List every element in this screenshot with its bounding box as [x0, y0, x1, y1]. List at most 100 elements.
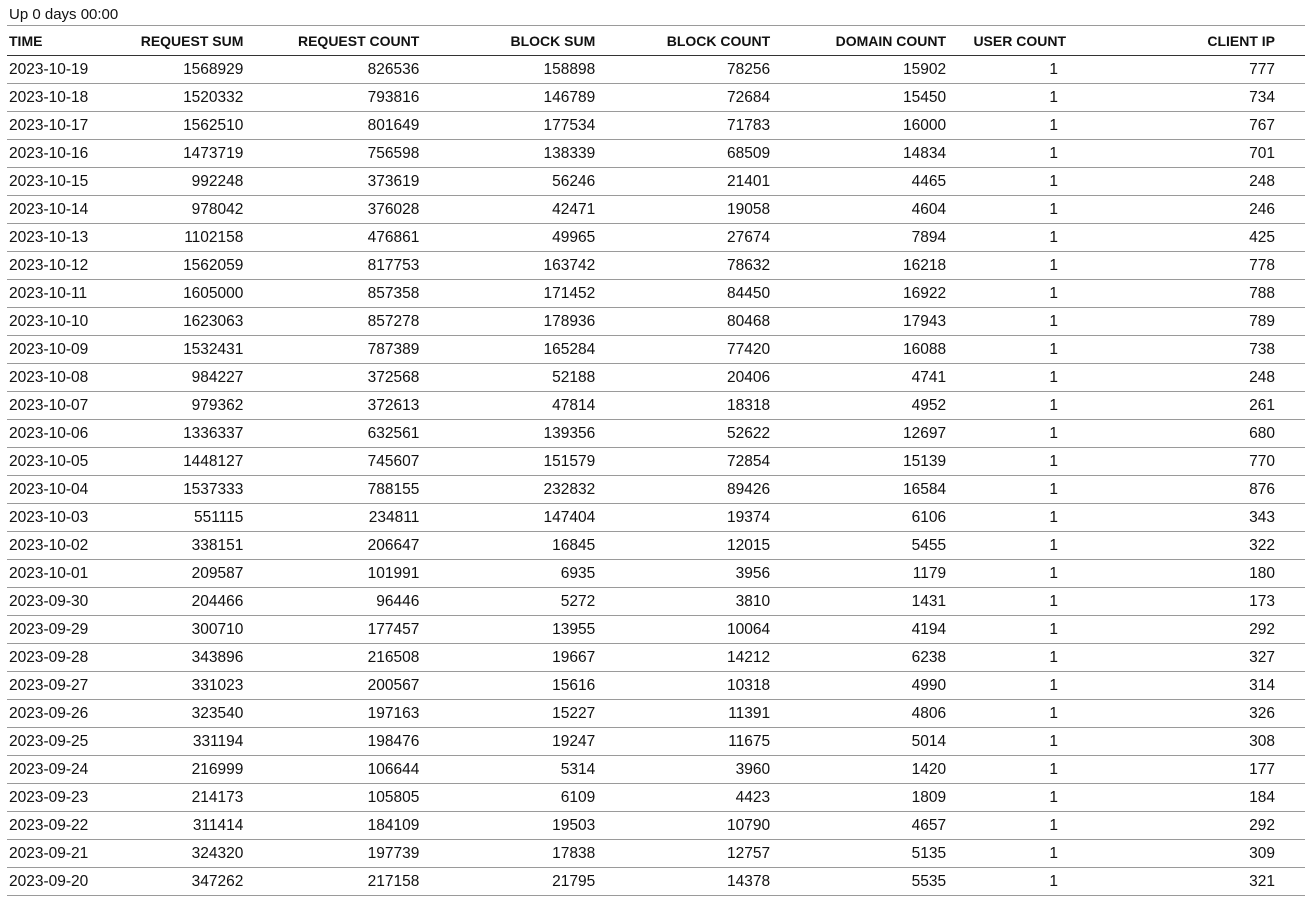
block-sum-cell: 158898: [425, 55, 602, 84]
time-cell: 2023-09-23: [7, 783, 130, 812]
client-ip-cell: 292: [1128, 811, 1305, 840]
block-sum-cell: 5272: [425, 587, 602, 616]
table-row: 2023-10-10 1623063 857278 178936 80468 17943 1…: [7, 307, 1305, 336]
domain-count-cell: 4741: [776, 363, 953, 392]
request-count-cell: 756598: [249, 139, 426, 168]
block-sum-cell: 165284: [425, 335, 602, 364]
time-cell: 2023-10-13: [7, 223, 130, 252]
request-count-cell: 105805: [249, 783, 426, 812]
block-sum-cell: 56246: [425, 167, 602, 196]
client-ip-cell: 778: [1128, 251, 1305, 280]
request-sum-cell: 1102158: [129, 223, 250, 252]
time-cell: 2023-10-16: [7, 139, 130, 168]
block-sum-cell: 16845: [425, 531, 602, 560]
domain-count-cell: 14834: [776, 139, 953, 168]
table-row: 2023-09-23 214173 105805 6109 4423 1809 1 184: [7, 783, 1305, 812]
block-sum-cell: 139356: [425, 419, 602, 448]
request-count-cell: 788155: [249, 475, 426, 504]
request-sum-cell: 300710: [129, 615, 250, 644]
client-ip-cell: 292: [1128, 615, 1305, 644]
time-cell: 2023-10-03: [7, 503, 130, 532]
request-sum-cell: 979362: [129, 391, 250, 420]
block-sum-cell: 15227: [425, 699, 602, 728]
table-row: 2023-09-28 343896 216508 19667 14212 6238 1 327: [7, 643, 1305, 672]
domain-count-cell: 4465: [776, 167, 953, 196]
domain-count-cell: 1431: [776, 587, 953, 616]
block-sum-cell: 178936: [425, 307, 602, 336]
request-sum-cell: 214173: [129, 783, 250, 812]
request-count-cell: 787389: [249, 335, 426, 364]
client-ip-cell: 177: [1128, 755, 1305, 784]
block-count-cell: 77420: [601, 335, 777, 364]
domain-count-cell: 1420: [776, 755, 953, 784]
time-cell: 2023-10-05: [7, 447, 130, 476]
client-ip-cell: 767: [1128, 111, 1305, 140]
block-count-cell: 72854: [601, 447, 777, 476]
client-ip-cell: 876: [1128, 475, 1305, 504]
client-ip-cell: 734: [1128, 83, 1305, 112]
block-count-cell: 4423: [601, 783, 777, 812]
block-count-cell: 3810: [601, 587, 777, 616]
request-count-cell: 372568: [249, 363, 426, 392]
request-count-cell: 200567: [249, 671, 426, 700]
table-row: 2023-10-05 1448127 745607 151579 72854 15139 1…: [7, 447, 1305, 476]
client-ip-cell: 309: [1128, 839, 1305, 868]
time-cell: 2023-09-22: [7, 811, 130, 840]
time-cell: 2023-10-08: [7, 363, 130, 392]
block-count-cell: 80468: [601, 307, 777, 336]
user-count-cell: 1: [952, 503, 1128, 532]
request-sum-cell: 1448127: [129, 447, 250, 476]
user-count-cell: 1: [952, 83, 1128, 112]
client-ip-cell: 343: [1128, 503, 1305, 532]
request-count-cell: 217158: [249, 867, 426, 896]
time-cell: 2023-10-07: [7, 391, 130, 420]
request-sum-cell: 324320: [129, 839, 250, 868]
client-ip-cell: 314: [1128, 671, 1305, 700]
table-row: 2023-10-13 1102158 476861 49965 27674 7894 1 42…: [7, 223, 1305, 252]
request-sum-cell: 343896: [129, 643, 250, 672]
client-ip-cell: 327: [1128, 643, 1305, 672]
block-count-cell: 78632: [601, 251, 777, 280]
block-sum-cell: 19503: [425, 811, 602, 840]
user-count-cell: 1: [952, 195, 1128, 224]
domain-count-cell: 1809: [776, 783, 953, 812]
request-count-cell: 826536: [249, 55, 426, 84]
block-count-cell: 19058: [601, 195, 777, 224]
request-sum-cell: 1473719: [129, 139, 250, 168]
table-row: 2023-09-20 347262 217158 21795 14378 5535 1 321: [7, 867, 1305, 896]
block-sum-cell: 17838: [425, 839, 602, 868]
domain-count-cell: 6238: [776, 643, 953, 672]
user-count-cell: 1: [952, 643, 1128, 672]
table-row: 2023-10-16 1473719 756598 138339 68509 14834 1…: [7, 139, 1305, 168]
request-sum-cell: 1562510: [129, 111, 250, 140]
client-ip-cell: 788: [1128, 279, 1305, 308]
user-count-cell: 1: [952, 251, 1128, 280]
client-ip-cell: 789: [1128, 307, 1305, 336]
block-count-cell: 18318: [601, 391, 777, 420]
client-ip-cell: 248: [1128, 167, 1305, 196]
user-count-cell: 1: [952, 363, 1128, 392]
client-ip-cell: 326: [1128, 699, 1305, 728]
block-sum-cell: 177534: [425, 111, 602, 140]
table-row: 2023-10-11 1605000 857358 171452 84450 16922 1…: [7, 279, 1305, 308]
domain-count-cell: 12697: [776, 419, 953, 448]
block-count-cell: 72684: [601, 83, 777, 112]
block-count-cell: 21401: [601, 167, 777, 196]
time-cell: 2023-09-28: [7, 643, 130, 672]
request-sum-cell: 209587: [129, 559, 250, 588]
client-ip-cell: 308: [1128, 727, 1305, 756]
block-count-cell: 20406: [601, 363, 777, 392]
user-count-cell: 1: [952, 475, 1128, 504]
column-header-time: TIME: [7, 25, 130, 56]
request-count-cell: 197739: [249, 839, 426, 868]
request-sum-cell: 1623063: [129, 307, 250, 336]
request-sum-cell: 347262: [129, 867, 250, 896]
block-count-cell: 84450: [601, 279, 777, 308]
block-count-cell: 12015: [601, 531, 777, 560]
request-count-cell: 745607: [249, 447, 426, 476]
block-count-cell: 10790: [601, 811, 777, 840]
block-count-cell: 11675: [601, 727, 777, 756]
user-count-cell: 1: [952, 111, 1128, 140]
domain-count-cell: 5014: [776, 727, 953, 756]
client-ip-cell: 738: [1128, 335, 1305, 364]
